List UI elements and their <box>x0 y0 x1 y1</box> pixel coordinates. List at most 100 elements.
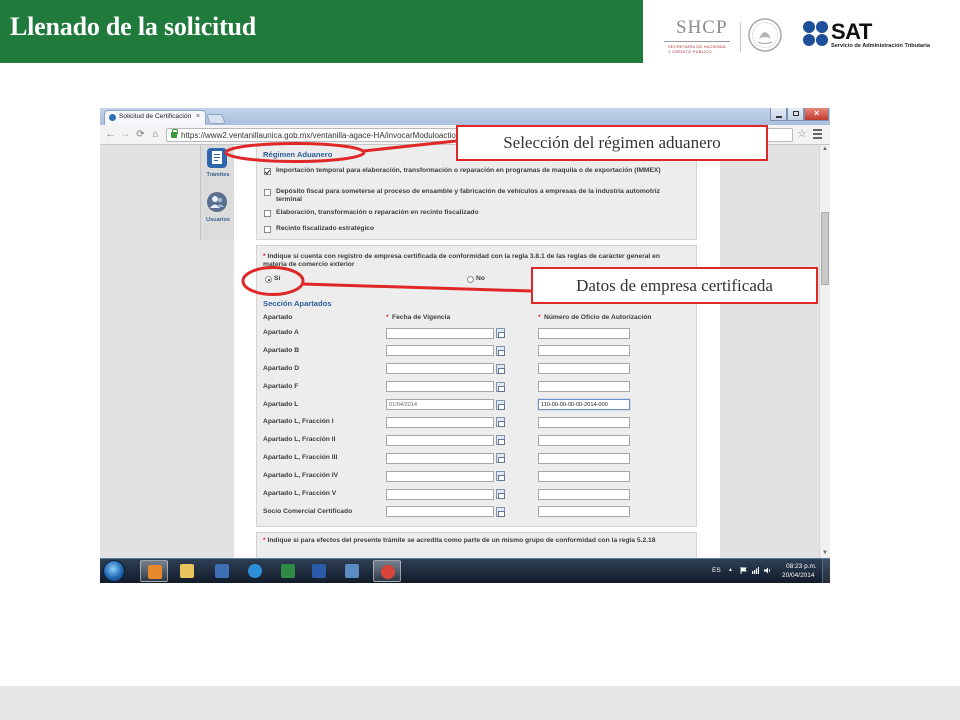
numero-oficio-input[interactable] <box>538 488 630 500</box>
fecha-vigencia-input[interactable] <box>386 363 494 375</box>
fecha-vigencia-input[interactable] <box>386 345 494 357</box>
calendar-icon[interactable] <box>496 363 505 374</box>
taskbar-button[interactable] <box>373 560 401 582</box>
fecha-vigencia-input[interactable] <box>386 416 494 428</box>
numero-oficio-input[interactable] <box>538 327 630 339</box>
browser-tab[interactable]: Solicitud de Certificación × <box>104 110 206 125</box>
apartado-label: Apartado L, Fracción II <box>263 436 336 444</box>
calendar-icon[interactable] <box>496 453 505 464</box>
mexico-seal-icon <box>748 18 782 52</box>
calendar-icon[interactable] <box>496 489 505 500</box>
required-mark: * <box>538 314 541 321</box>
required-mark: * <box>263 537 266 544</box>
numero-oficio-input[interactable] <box>538 381 630 393</box>
tab-close-icon[interactable]: × <box>196 113 200 120</box>
numero-oficio-input[interactable] <box>538 506 630 518</box>
start-button-icon[interactable] <box>103 560 125 582</box>
taskbar-button[interactable] <box>208 560 236 582</box>
fecha-vigencia-input[interactable] <box>386 470 494 482</box>
taskbar-button[interactable] <box>338 560 366 582</box>
maximize-button[interactable] <box>787 108 804 121</box>
clock-time[interactable]: 08:23 p.m. <box>786 563 817 570</box>
calendar-icon[interactable] <box>496 399 505 410</box>
minimize-icon <box>776 116 782 118</box>
regimen-option-checkbox[interactable] <box>264 210 271 217</box>
application-icon <box>215 564 229 578</box>
numero-oficio-input[interactable] <box>538 416 630 428</box>
vertical-scrollbar[interactable]: ▲ ▼ <box>819 145 830 558</box>
fecha-vigencia-input[interactable] <box>386 506 494 518</box>
calendar-icon[interactable] <box>496 471 505 482</box>
regimen-option-checkbox[interactable] <box>264 226 271 233</box>
calendar-icon[interactable] <box>496 506 505 517</box>
fecha-vigencia-input[interactable] <box>386 381 494 393</box>
users-icon <box>207 192 227 212</box>
calendar-icon[interactable] <box>496 435 505 446</box>
column-header-apartado: Apartado <box>263 314 293 321</box>
volume-icon[interactable] <box>764 567 771 574</box>
numero-oficio-input[interactable] <box>538 452 630 464</box>
action-center-flag-icon[interactable] <box>740 567 747 574</box>
bookmark-star-icon[interactable]: ☆ <box>797 127 807 140</box>
back-arrow-icon[interactable]: ← <box>104 128 117 141</box>
radio-si[interactable] <box>265 276 272 283</box>
minimize-button[interactable] <box>770 108 787 121</box>
numero-oficio-input[interactable] <box>538 470 630 482</box>
scroll-down-icon[interactable]: ▼ <box>820 549 830 558</box>
radio-no-label: No <box>476 275 485 282</box>
page-content: Trámites Usuarios Régimen Aduanero Impor… <box>100 145 819 558</box>
regimen-option-label: Importación temporal para elaboración, t… <box>276 167 661 174</box>
numero-oficio-input[interactable] <box>538 345 630 357</box>
taskbar-button[interactable] <box>173 560 201 582</box>
show-hidden-icons-icon[interactable]: ▲ <box>728 567 733 573</box>
padlock-icon <box>171 129 178 138</box>
clock-date[interactable]: 20/04/2014 <box>782 572 815 579</box>
excel-icon <box>281 564 295 578</box>
apartado-label: Apartado L, Fracción III <box>263 454 338 462</box>
internet-explorer-icon <box>248 564 262 578</box>
new-tab-button[interactable] <box>206 114 226 124</box>
sidebar-item-label: Trámites <box>206 172 230 178</box>
numero-oficio-input[interactable] <box>538 363 630 375</box>
sidebar: Trámites Usuarios <box>200 145 234 240</box>
fecha-vigencia-input[interactable] <box>386 452 494 464</box>
apartado-label: Apartado L, Fracción IV <box>263 472 339 480</box>
language-indicator[interactable]: ES <box>712 567 721 574</box>
sidebar-item-usuarios[interactable]: Usuarios <box>201 189 235 229</box>
fecha-vigencia-input[interactable] <box>386 399 494 411</box>
calendar-icon[interactable] <box>496 345 505 356</box>
network-icon[interactable] <box>752 567 759 574</box>
home-icon[interactable]: ⌂ <box>149 128 162 141</box>
show-desktop-button[interactable] <box>822 559 830 583</box>
apartado-row: Apartado D <box>257 360 698 378</box>
sidebar-item-tramites[interactable]: Trámites <box>201 145 235 185</box>
close-window-button[interactable]: × <box>804 108 829 121</box>
sat-logo-icon <box>803 21 828 46</box>
taskbar-button[interactable] <box>274 560 302 582</box>
taskbar-button[interactable] <box>241 560 269 582</box>
numero-oficio-input[interactable] <box>538 434 630 446</box>
calendar-icon[interactable] <box>496 381 505 392</box>
taskbar-button[interactable] <box>140 560 168 582</box>
fecha-vigencia-input[interactable] <box>386 434 494 446</box>
apartados-table: Apartado A Apartado B Apartado D Apartado F… <box>257 324 698 521</box>
menu-icon[interactable] <box>813 128 823 139</box>
shcp-logo-subtitle-2: Y CRÉDITO PÚBLICO <box>668 49 712 54</box>
scroll-thumb[interactable] <box>821 212 829 285</box>
taskbar-button[interactable] <box>305 560 333 582</box>
fecha-vigencia-input[interactable] <box>386 488 494 500</box>
radio-no[interactable] <box>467 276 474 283</box>
required-mark: * <box>263 253 266 260</box>
sidebar-item-label: Usuarios <box>206 217 230 223</box>
calendar-icon[interactable] <box>496 417 505 428</box>
fecha-vigencia-input[interactable] <box>386 327 494 339</box>
regimen-option-checkbox[interactable] <box>264 189 271 196</box>
calendar-icon[interactable] <box>496 328 505 338</box>
numero-oficio-input[interactable] <box>538 399 630 411</box>
scroll-up-icon[interactable]: ▲ <box>820 145 830 154</box>
regimen-option-checkbox[interactable] <box>264 168 271 175</box>
reload-icon[interactable]: ⟳ <box>134 128 147 141</box>
forward-arrow-icon[interactable]: → <box>119 128 132 141</box>
regimen-option-label: Elaboración, transformación o reparación… <box>276 209 479 216</box>
apartado-row: Apartado L, Fracción I <box>257 413 698 431</box>
